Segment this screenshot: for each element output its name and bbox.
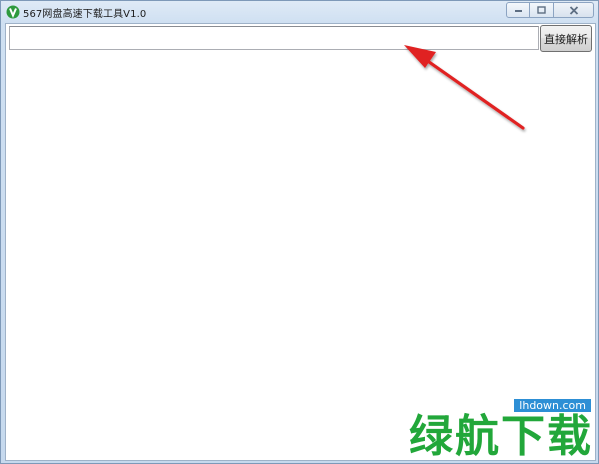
minimize-button[interactable] [506,2,530,18]
maximize-button[interactable] [530,2,554,18]
title-bar[interactable]: 567网盘高速下载工具V1.0 [1,1,598,23]
window-title: 567网盘高速下载工具V1.0 [23,9,147,20]
result-area [6,53,595,460]
app-logo-icon [6,5,20,19]
client-area: 直接解析 [5,23,596,461]
close-icon [569,5,578,15]
minimize-icon [514,10,522,12]
app-window: 567网盘高速下载工具V1.0 直接解析 [0,0,599,464]
window-controls [506,2,594,18]
share-link-input[interactable] [9,26,539,50]
close-button[interactable] [554,2,594,18]
direct-parse-button[interactable]: 直接解析 [540,25,592,52]
maximize-icon [537,6,546,14]
